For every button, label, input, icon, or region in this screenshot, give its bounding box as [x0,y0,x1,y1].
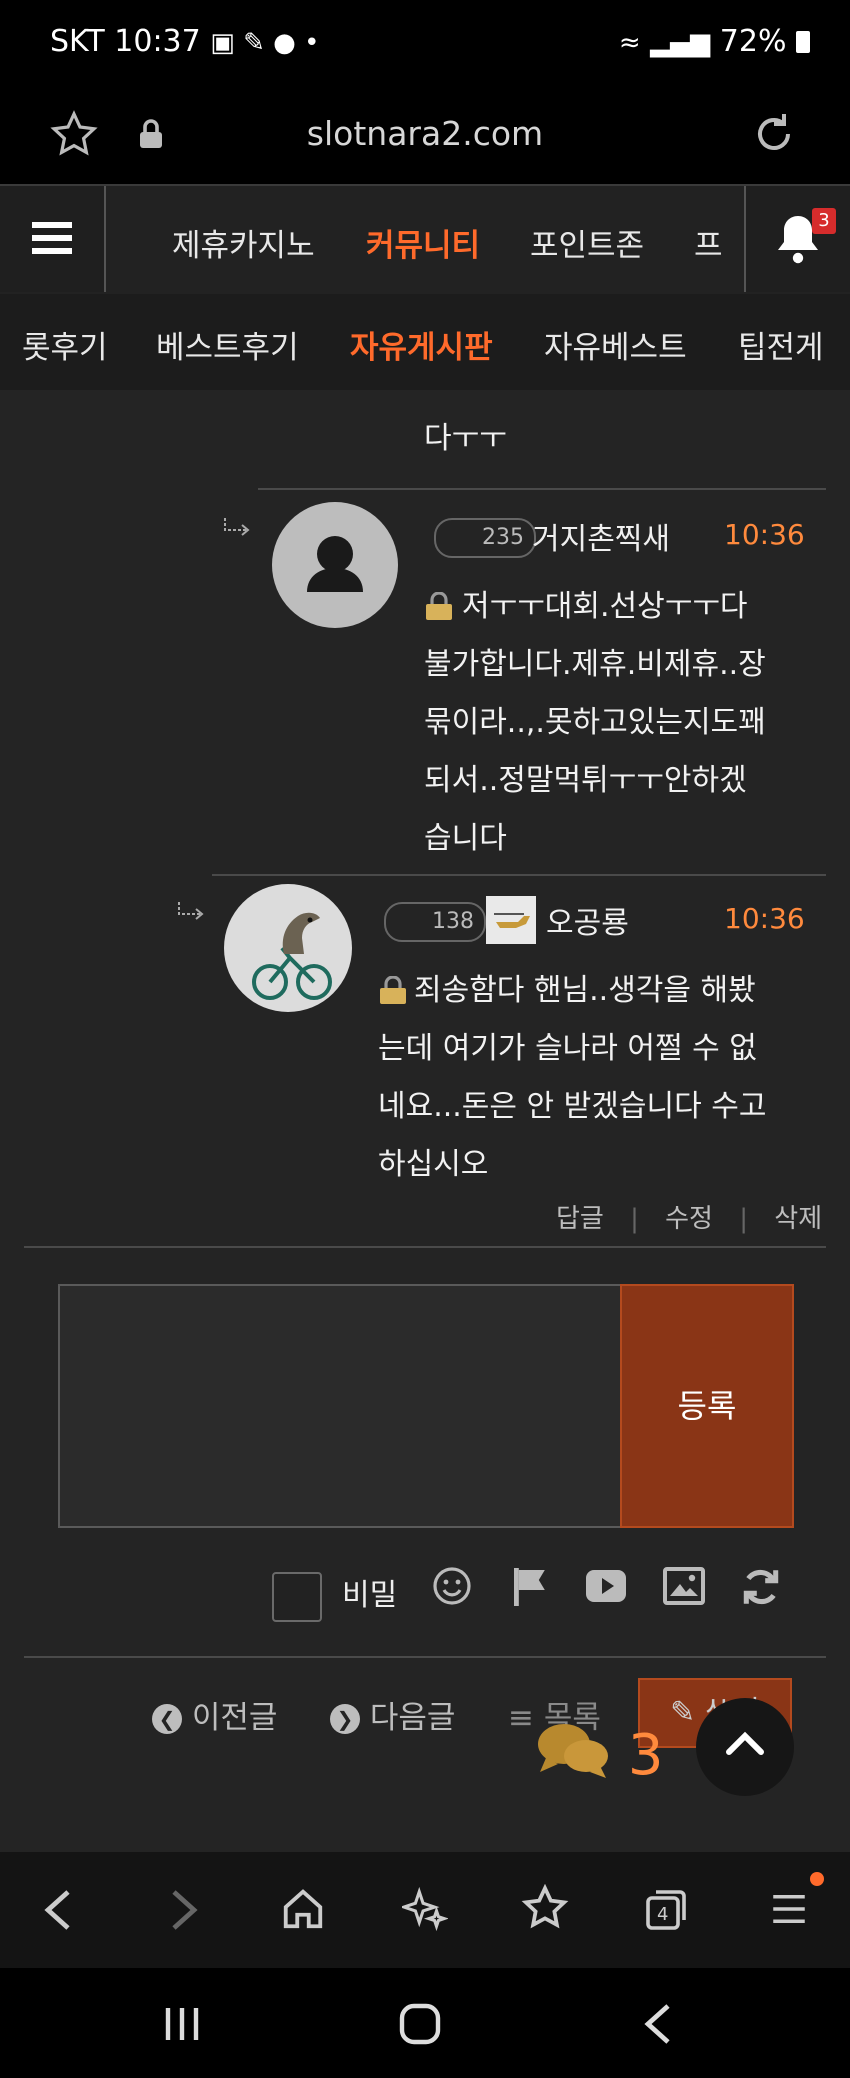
carrier: SKT [50,24,105,59]
edit-link[interactable]: 수정 [665,1204,713,1234]
comment-text-tail: 다ㅜㅜ [424,421,507,456]
secret-label: 비밀 [342,1578,398,1613]
main-nav: 제휴카지노 커뮤니티 포인트존 프 3 [0,184,850,296]
svg-text:4: 4 [657,1904,668,1925]
chevron-left-circle-icon: ❮ [152,1704,182,1734]
next-post-label: 다음글 [369,1700,456,1736]
divider [258,488,826,490]
emoji-icon[interactable] [432,1566,472,1606]
comment-area: 다ㅜㅜ 235 거지촌찍새 10:36 저ㅜㅜ대회.선상ㅜㅜ다 불가합니다.제휴… [0,390,850,1852]
menu-alert-dot [810,1872,824,1886]
comment-line: 저ㅜㅜ대회.선상ㅜㅜ다 [462,589,748,624]
pencil-icon: ✎ [670,1695,696,1730]
chevron-up-icon [726,1731,764,1755]
chevron-right-circle-icon: ❯ [330,1704,360,1734]
flag-icon[interactable] [510,1566,550,1608]
secret-checkbox[interactable] [272,1572,322,1622]
board-tabs: 롯후기 베스트후기 자유게시판 자유베스트 팁전게 [0,294,850,390]
board-tab-review[interactable]: 롯후기 [22,322,108,367]
list-icon: ≡ [508,1700,534,1736]
back-icon[interactable] [40,1886,76,1934]
battery-icon [796,31,810,53]
system-back-icon[interactable] [640,2002,676,2046]
reload-icon[interactable] [750,110,798,158]
browser-bottom-bar: 4 [0,1852,850,1968]
sparkle-icon[interactable] [402,1886,448,1932]
comment-author[interactable]: 오공룡 [546,898,629,942]
system-navigation [0,1968,850,2078]
divider [24,1246,826,1248]
reply-arrow-icon [178,902,204,920]
comment-textarea[interactable] [58,1284,624,1528]
lock-icon [380,976,406,1004]
comment-actions: 답글 | 수정 | 삭제 [556,1204,823,1234]
comment-line: 하십시오 [378,1147,489,1182]
prev-post-label: 이전글 [191,1700,278,1736]
user-icon-image [486,896,536,944]
avatar[interactable] [272,502,398,628]
comment-time: 10:36 [724,518,805,551]
board-tab-free-best[interactable]: 자유베스트 [544,322,687,367]
level-badge: 138 [384,902,486,942]
submit-comment-button[interactable]: 등록 [620,1284,794,1528]
next-post-button[interactable]: ❯ 다음글 [330,1692,455,1737]
nav-tab-community[interactable]: 커뮤니티 [366,220,480,265]
recent-apps-icon[interactable] [160,2004,204,2044]
avatar[interactable] [224,884,352,1012]
speech-bubbles-icon [538,1724,608,1778]
tabs-icon[interactable]: 4 [642,1886,690,1934]
signal-icon: ▂▄▆ [650,28,711,58]
wifi-icon: ≈ [618,28,641,58]
battery-percent: 72% [719,24,787,59]
divider [24,1656,826,1658]
bookmarks-icon[interactable] [520,1884,570,1934]
status-right: ≈ ▂▄▆ 72% [619,24,810,59]
comment-count-floating[interactable]: 3 [536,1720,663,1788]
notification-icons: ▣ ✎ ● • [210,28,320,58]
divider [212,874,826,876]
clock: 10:37 [114,24,201,59]
comment-line: 죄송함다 핸님..생각을 해봤 [414,973,756,1008]
prev-post-button[interactable]: ❮ 이전글 [152,1692,277,1737]
delete-link[interactable]: 삭제 [774,1204,822,1234]
comment-line: 불가합니다.제휴.비제휴..장 [424,647,766,682]
board-tab-tip[interactable]: 팁전게 [738,322,824,367]
nav-tab-partner-casino[interactable]: 제휴카지노 [172,220,315,265]
comment-time: 10:36 [724,902,805,935]
comment-line: 되서..정말먹튀ㅜㅜ안하겠 [424,763,747,798]
status-bar: SKT 10:37 ▣ ✎ ● • ≈ ▂▄▆ 72% [0,0,850,88]
home-icon[interactable] [280,1886,326,1932]
helicopter-icon [494,913,530,928]
image-icon[interactable] [662,1566,706,1606]
notification-badge: 3 [812,208,836,234]
comment-line: 는데 여기가 슬나라 어쩔 수 없 [378,1031,757,1066]
comment-line: 묶이라..,.못하고있는지도꽤 [424,705,766,740]
hamburger-icon [32,222,72,254]
reply-arrow-icon [224,518,250,536]
comment-line: 네요...돈은 안 받겠습니다 수고 [378,1089,767,1124]
refresh-icon[interactable] [740,1566,782,1608]
comment-count: 3 [627,1723,664,1788]
comment-line: 습니다 [424,821,507,856]
forward-icon[interactable] [166,1886,202,1934]
menu-icon[interactable] [768,1888,810,1930]
notification-button[interactable]: 3 [744,186,850,292]
lock-icon [426,592,452,620]
comment-author[interactable]: 거지촌찍새 [532,514,670,558]
browser-url-bar: slotnara2.com [0,88,850,184]
scroll-top-button[interactable] [696,1698,794,1796]
home-button-icon[interactable] [398,2002,442,2046]
user-silhouette-icon [307,536,363,592]
level-badge: 235 [434,518,536,558]
board-tab-free-board[interactable]: 자유게시판 [350,322,493,367]
nav-tab-more[interactable]: 프 [694,220,723,265]
dinosaur-bike-avatar-icon [252,912,332,1000]
youtube-icon[interactable] [584,1568,628,1604]
status-left: SKT 10:37 ▣ ✎ ● • [50,24,319,59]
nav-tab-point-zone[interactable]: 포인트존 [530,220,644,265]
url-text[interactable]: slotnara2.com [0,114,850,153]
hamburger-menu-button[interactable] [0,186,106,292]
reply-link[interactable]: 답글 [556,1204,604,1234]
board-tab-best-review[interactable]: 베스트후기 [156,322,299,367]
